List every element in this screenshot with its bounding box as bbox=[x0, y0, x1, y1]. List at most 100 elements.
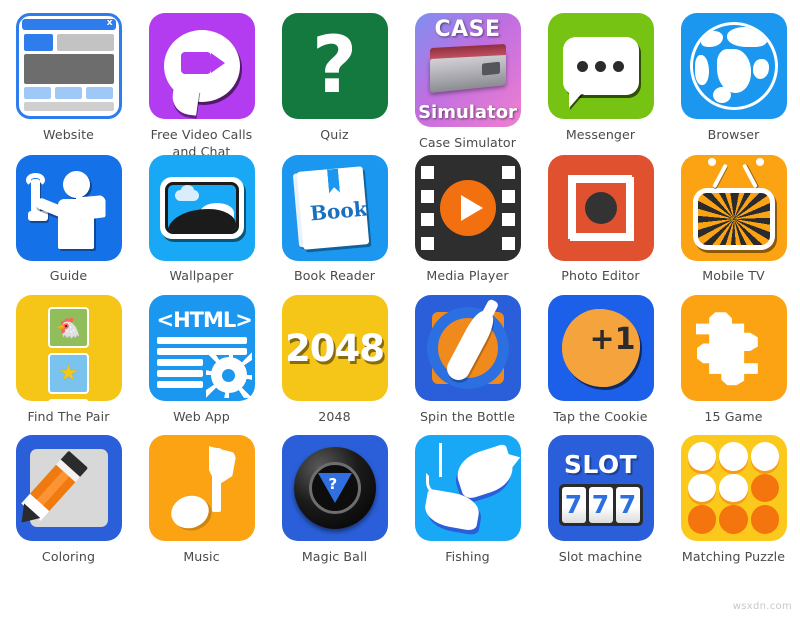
app-label: Music bbox=[183, 549, 220, 564]
chip bbox=[687, 442, 717, 471]
antenna-tip bbox=[707, 158, 716, 166]
reel: 7 bbox=[561, 487, 586, 523]
weapon-crate-icon[interactable]: CASE Simulator bbox=[414, 13, 521, 127]
retro-tv-icon[interactable] bbox=[680, 155, 787, 261]
html-gear-icon[interactable]: <HTML> bbox=[148, 295, 255, 401]
book-cover-text: Book bbox=[308, 196, 368, 226]
window-nav-rest bbox=[57, 34, 114, 51]
app-cell-music[interactable]: Music bbox=[135, 422, 268, 572]
landmass bbox=[752, 59, 769, 79]
app-label: Website bbox=[43, 127, 94, 142]
film-perforations-right bbox=[501, 155, 516, 261]
website-icon[interactable]: x bbox=[15, 13, 122, 119]
app-cell-web-app[interactable]: <HTML> Web App bbox=[135, 282, 268, 424]
app-cell-fishing[interactable]: Fishing bbox=[401, 422, 534, 572]
camera-crop-icon[interactable] bbox=[547, 155, 654, 261]
app-cell-video-calls[interactable]: Free Video Calls and Chat bbox=[135, 0, 268, 159]
app-cell-media-player[interactable]: Media Player bbox=[401, 142, 534, 283]
pencil-canvas-icon[interactable] bbox=[15, 435, 122, 541]
app-label: Messenger bbox=[565, 127, 636, 142]
app-label: Browser bbox=[707, 127, 760, 142]
question-glyph: ? bbox=[328, 475, 338, 493]
app-cell-15-game[interactable]: 15 Game bbox=[667, 282, 800, 424]
app-cell-browser[interactable]: Browser bbox=[667, 0, 800, 142]
landmass bbox=[712, 87, 731, 103]
case-top-text: CASE bbox=[434, 17, 501, 42]
window-footer bbox=[23, 102, 114, 111]
window-hero bbox=[23, 54, 114, 84]
puzzle-shape bbox=[695, 312, 758, 386]
app-cell-case-simulator[interactable]: CASE Simulator Case Simulator bbox=[401, 0, 534, 150]
question-mark-icon[interactable]: ? bbox=[281, 13, 388, 119]
video-chat-bubble-icon[interactable] bbox=[148, 13, 255, 119]
app-cell-matching-puzzle[interactable]: Matching Puzzle bbox=[667, 422, 800, 572]
book-shape bbox=[75, 195, 106, 221]
reel-group: 7 7 7 bbox=[558, 484, 643, 526]
film-play-icon[interactable] bbox=[414, 155, 521, 261]
app-label: Coloring bbox=[41, 549, 96, 564]
typing-dot bbox=[577, 60, 588, 72]
app-cell-photo-editor[interactable]: Photo Editor bbox=[534, 142, 667, 283]
magic-8-ball-icon[interactable]: ? bbox=[281, 435, 388, 541]
landscape-photo-icon[interactable] bbox=[148, 155, 255, 261]
app-cell-book-reader[interactable]: Book Book Reader bbox=[268, 142, 401, 283]
app-cell-website[interactable]: x Website bbox=[2, 0, 135, 142]
app-cell-wallpaper[interactable]: Wallpaper bbox=[135, 142, 268, 283]
chip bbox=[750, 442, 780, 471]
speech-bubble-shape bbox=[163, 30, 240, 102]
chip bbox=[719, 442, 748, 471]
memory-cards-icon[interactable]: 🐔 ★ ★ 🐔 bbox=[15, 295, 122, 401]
number-tile-icon[interactable]: 2048 bbox=[281, 295, 388, 401]
chip-grid-icon[interactable] bbox=[680, 435, 787, 541]
globe-icon[interactable] bbox=[680, 13, 787, 119]
book-icon[interactable]: Book bbox=[281, 155, 388, 261]
case-bottom-text: Simulator bbox=[418, 102, 517, 123]
puzzle-piece-icon[interactable] bbox=[680, 295, 787, 401]
spinning-bottle-icon[interactable] bbox=[414, 295, 521, 401]
video-camera-icon bbox=[180, 52, 225, 74]
watermark: wsxdn.com bbox=[732, 601, 792, 612]
app-cell-messenger[interactable]: Messenger bbox=[534, 0, 667, 142]
film-perforations-left bbox=[420, 155, 435, 261]
chat-bubble-dots-icon[interactable] bbox=[547, 13, 654, 119]
question-glyph: ? bbox=[311, 21, 358, 111]
head-shape bbox=[62, 171, 90, 198]
person-wrench-book-icon[interactable] bbox=[15, 155, 122, 261]
window-cards-row bbox=[23, 87, 114, 99]
app-cell-magic-ball[interactable]: ? Magic Ball bbox=[268, 422, 401, 572]
app-cell-tap-the-cookie[interactable]: +1 Tap the Cookie bbox=[534, 282, 667, 424]
window-titlebar: x bbox=[21, 18, 116, 30]
reel: 7 bbox=[615, 487, 640, 523]
app-cell-spin-the-bottle[interactable]: Spin the Bottle bbox=[401, 282, 534, 424]
number-glyph: 2048 bbox=[285, 326, 385, 370]
app-cell-slot-machine[interactable]: SLOT 7 7 7 Slot machine bbox=[534, 422, 667, 572]
cookie-icon[interactable]: +1 bbox=[547, 295, 654, 401]
note-head bbox=[166, 490, 213, 534]
landscape-scene bbox=[164, 182, 239, 234]
app-cell-mobile-tv[interactable]: Mobile TV bbox=[667, 142, 800, 283]
app-cell-guide[interactable]: Guide bbox=[2, 142, 135, 283]
slot-reels-icon[interactable]: SLOT 7 7 7 bbox=[547, 435, 654, 541]
perforation bbox=[501, 165, 515, 179]
app-cell-coloring[interactable]: Coloring bbox=[2, 422, 135, 572]
answer-triangle: ? bbox=[317, 473, 352, 503]
cookie-shape: +1 bbox=[561, 309, 640, 387]
memory-card: 🐔 bbox=[48, 307, 89, 348]
music-note-icon[interactable] bbox=[148, 435, 255, 541]
note-shape bbox=[166, 446, 237, 534]
app-cell-quiz[interactable]: ? Quiz bbox=[268, 0, 401, 142]
window-card bbox=[23, 87, 51, 99]
lens-icon bbox=[584, 192, 617, 224]
close-icon[interactable]: x bbox=[107, 18, 113, 29]
app-cell-2048[interactable]: 2048 2048 bbox=[268, 282, 401, 424]
fish-hook-icon[interactable] bbox=[414, 435, 521, 541]
play-button-icon[interactable] bbox=[439, 180, 496, 236]
chip bbox=[719, 505, 748, 535]
hook-icon bbox=[425, 443, 449, 496]
chip bbox=[687, 473, 717, 503]
perforation bbox=[501, 213, 515, 227]
app-cell-find-the-pair[interactable]: 🐔 ★ ★ 🐔 Find The Pair bbox=[2, 282, 135, 424]
landmass bbox=[694, 55, 709, 85]
reel: 7 bbox=[588, 487, 613, 523]
perforation bbox=[420, 165, 434, 179]
